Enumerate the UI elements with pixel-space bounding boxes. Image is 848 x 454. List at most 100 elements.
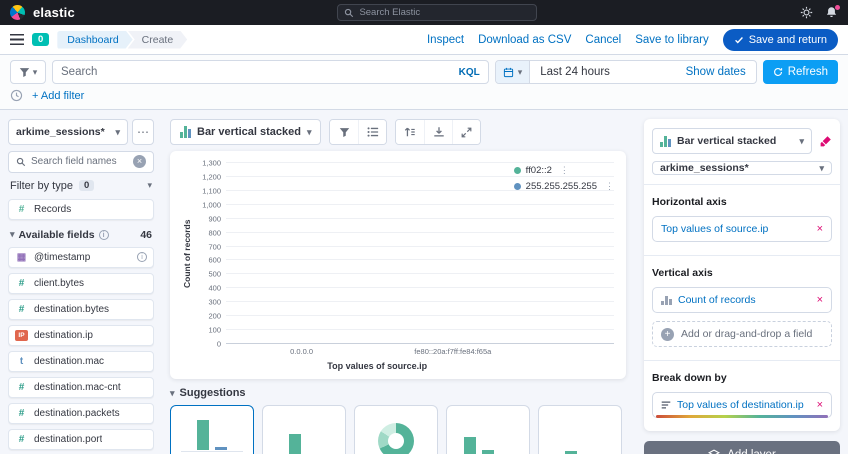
chevron-down-icon: ▾ — [819, 163, 824, 174]
field-name: destination.packets — [34, 408, 120, 419]
saved-query-menu-button[interactable]: ▾ — [10, 60, 46, 84]
global-search[interactable] — [337, 4, 537, 21]
kql-language-button[interactable]: KQL — [451, 67, 480, 78]
menu-icon[interactable] — [10, 34, 24, 45]
filter-by-type-button[interactable]: Filter by type 0 ▾ — [8, 179, 154, 193]
field-item[interactable]: #destination.mac-cnt — [8, 377, 154, 398]
y-tick-label: 600 — [208, 256, 221, 265]
breakdown-label: Break down by — [652, 372, 832, 384]
legend-item[interactable]: ff02::2⋮ — [514, 165, 614, 176]
toolbar-group-axes — [395, 119, 481, 145]
chevron-down-icon: ▾ — [115, 127, 120, 138]
nav-action-1[interactable]: Download as CSV — [478, 34, 571, 46]
legend-item[interactable]: 255.255.255.255⋮ — [514, 181, 614, 192]
chevron-down-icon: ▾ — [518, 67, 523, 78]
field-item[interactable]: #destination.bytes — [8, 299, 154, 320]
clock-icon[interactable] — [10, 89, 23, 102]
field-item[interactable]: #client.bytes — [8, 273, 154, 294]
suggestion-card-current[interactable]: Current visualization — [170, 405, 254, 454]
clear-layer-icon[interactable] — [819, 135, 832, 148]
layer-index-pattern-label: arkime_sessions* — [660, 162, 813, 174]
remove-dimension-icon[interactable]: × — [817, 223, 823, 235]
suggestions-header[interactable]: ▾ Suggestions — [170, 385, 626, 399]
bar-chart-icon — [180, 126, 191, 138]
vertical-axis-dimension[interactable]: Count of records × — [652, 287, 832, 313]
field-list: ▦@timestampi#client.bytes#destination.by… — [8, 247, 154, 454]
suggestion-card[interactable] — [262, 405, 346, 454]
settings-icon[interactable] — [800, 6, 813, 19]
layer-chart-type-select[interactable]: Bar vertical stacked ▾ — [652, 128, 812, 154]
time-range-value[interactable]: Last 24 hours — [530, 66, 675, 78]
sort-button[interactable] — [396, 120, 424, 144]
field-item[interactable]: #destination.packets — [8, 403, 154, 424]
field-item[interactable]: IPdestination.ip — [8, 325, 154, 346]
y-axis-title: Count of records — [182, 163, 196, 344]
field-search-input[interactable] — [31, 156, 128, 167]
query-input-wrapper: KQL — [52, 60, 489, 84]
field-item[interactable]: #destination.port — [8, 429, 154, 450]
number-field-icon: # — [15, 382, 28, 393]
dimension-label: Top values of destination.ip — [677, 399, 804, 411]
dimension-label: Count of records — [678, 294, 756, 306]
vertical-axis-label: Vertical axis — [652, 267, 832, 279]
chevron-down-icon: ▾ — [170, 388, 175, 399]
search-icon — [344, 8, 354, 18]
chevron-down-icon: ▾ — [33, 67, 38, 78]
field-name: Records — [34, 204, 71, 215]
suggestion-card[interactable] — [354, 405, 438, 454]
filter-bar: + Add filter — [0, 87, 848, 110]
field-item[interactable]: tdestination.mac — [8, 351, 154, 372]
layer-index-pattern-select[interactable]: arkime_sessions* ▾ — [652, 161, 832, 175]
breakdown-dimension[interactable]: Top values of destination.ip × — [652, 392, 832, 418]
elastic-logo[interactable] — [10, 5, 25, 20]
save-and-return-button[interactable]: Save and return — [723, 29, 838, 51]
suggestion-card[interactable] — [446, 405, 530, 454]
field-search: × — [8, 151, 154, 173]
suggestion-thumbnail — [447, 406, 529, 454]
add-layer-label: Add layer — [727, 449, 776, 454]
index-pattern-menu-button[interactable]: ⋯ — [132, 119, 154, 145]
available-fields-label: Available fields — [19, 229, 95, 241]
brand-name: elastic — [33, 5, 75, 20]
refresh-label: Refresh — [788, 66, 828, 78]
available-fields-header[interactable]: ▾ Available fields i 46 — [8, 226, 154, 241]
global-search-input[interactable] — [359, 7, 530, 18]
expand-button[interactable] — [452, 120, 480, 144]
legend-options-button[interactable] — [358, 120, 386, 144]
nav-action-3[interactable]: Save to library — [635, 34, 709, 46]
add-field-drop-zone[interactable]: + Add or drag-and-drop a field — [652, 321, 832, 347]
show-dates-button[interactable]: Show dates — [676, 66, 756, 78]
refresh-button[interactable]: Refresh — [763, 60, 838, 84]
horizontal-axis-dimension[interactable]: Top values of source.ip × — [652, 216, 832, 242]
index-pattern-select[interactable]: arkime_sessions* ▾ — [8, 119, 128, 145]
field-item[interactable]: ▦@timestampi — [8, 247, 154, 268]
nav-action-0[interactable]: Inspect — [427, 34, 464, 46]
y-tick-label: 100 — [208, 326, 221, 335]
suggestion-card[interactable] — [538, 405, 622, 454]
add-layer-button[interactable]: Add layer — [644, 441, 840, 454]
nav-action-2[interactable]: Cancel — [585, 34, 621, 46]
y-tick-label: 0 — [217, 340, 221, 349]
breadcrumb-dashboard[interactable]: Dashboard — [57, 31, 132, 49]
download-button[interactable] — [424, 120, 452, 144]
legend-actions-icon[interactable]: ⋮ — [560, 165, 569, 176]
y-tick-label: 1,200 — [202, 172, 221, 181]
drop-zone-label: Add or drag-and-drop a field — [681, 328, 812, 340]
visual-options-button[interactable] — [330, 120, 358, 144]
workspace-panel: Bar vertical stacked ▾ — [160, 110, 636, 454]
query-search-input[interactable] — [61, 66, 451, 78]
x-tick-label: 0.0.0.0 — [226, 344, 377, 356]
field-name: destination.bytes — [34, 304, 109, 315]
clear-search-icon[interactable]: × — [133, 155, 146, 168]
legend-actions-icon[interactable]: ⋮ — [605, 181, 614, 192]
field-item-records[interactable]: # Records — [8, 199, 154, 220]
time-picker-quick-menu[interactable]: ▾ — [496, 61, 531, 83]
add-filter-button[interactable]: + Add filter — [32, 90, 84, 102]
number-field-icon: # — [15, 434, 28, 445]
remove-dimension-icon[interactable]: × — [817, 399, 823, 411]
remove-dimension-icon[interactable]: × — [817, 294, 823, 306]
suggestion-thumbnail — [263, 406, 345, 454]
notification-dot — [835, 5, 840, 10]
chart-type-switch[interactable]: Bar vertical stacked ▾ — [170, 119, 321, 145]
notifications-icon[interactable] — [825, 6, 838, 19]
